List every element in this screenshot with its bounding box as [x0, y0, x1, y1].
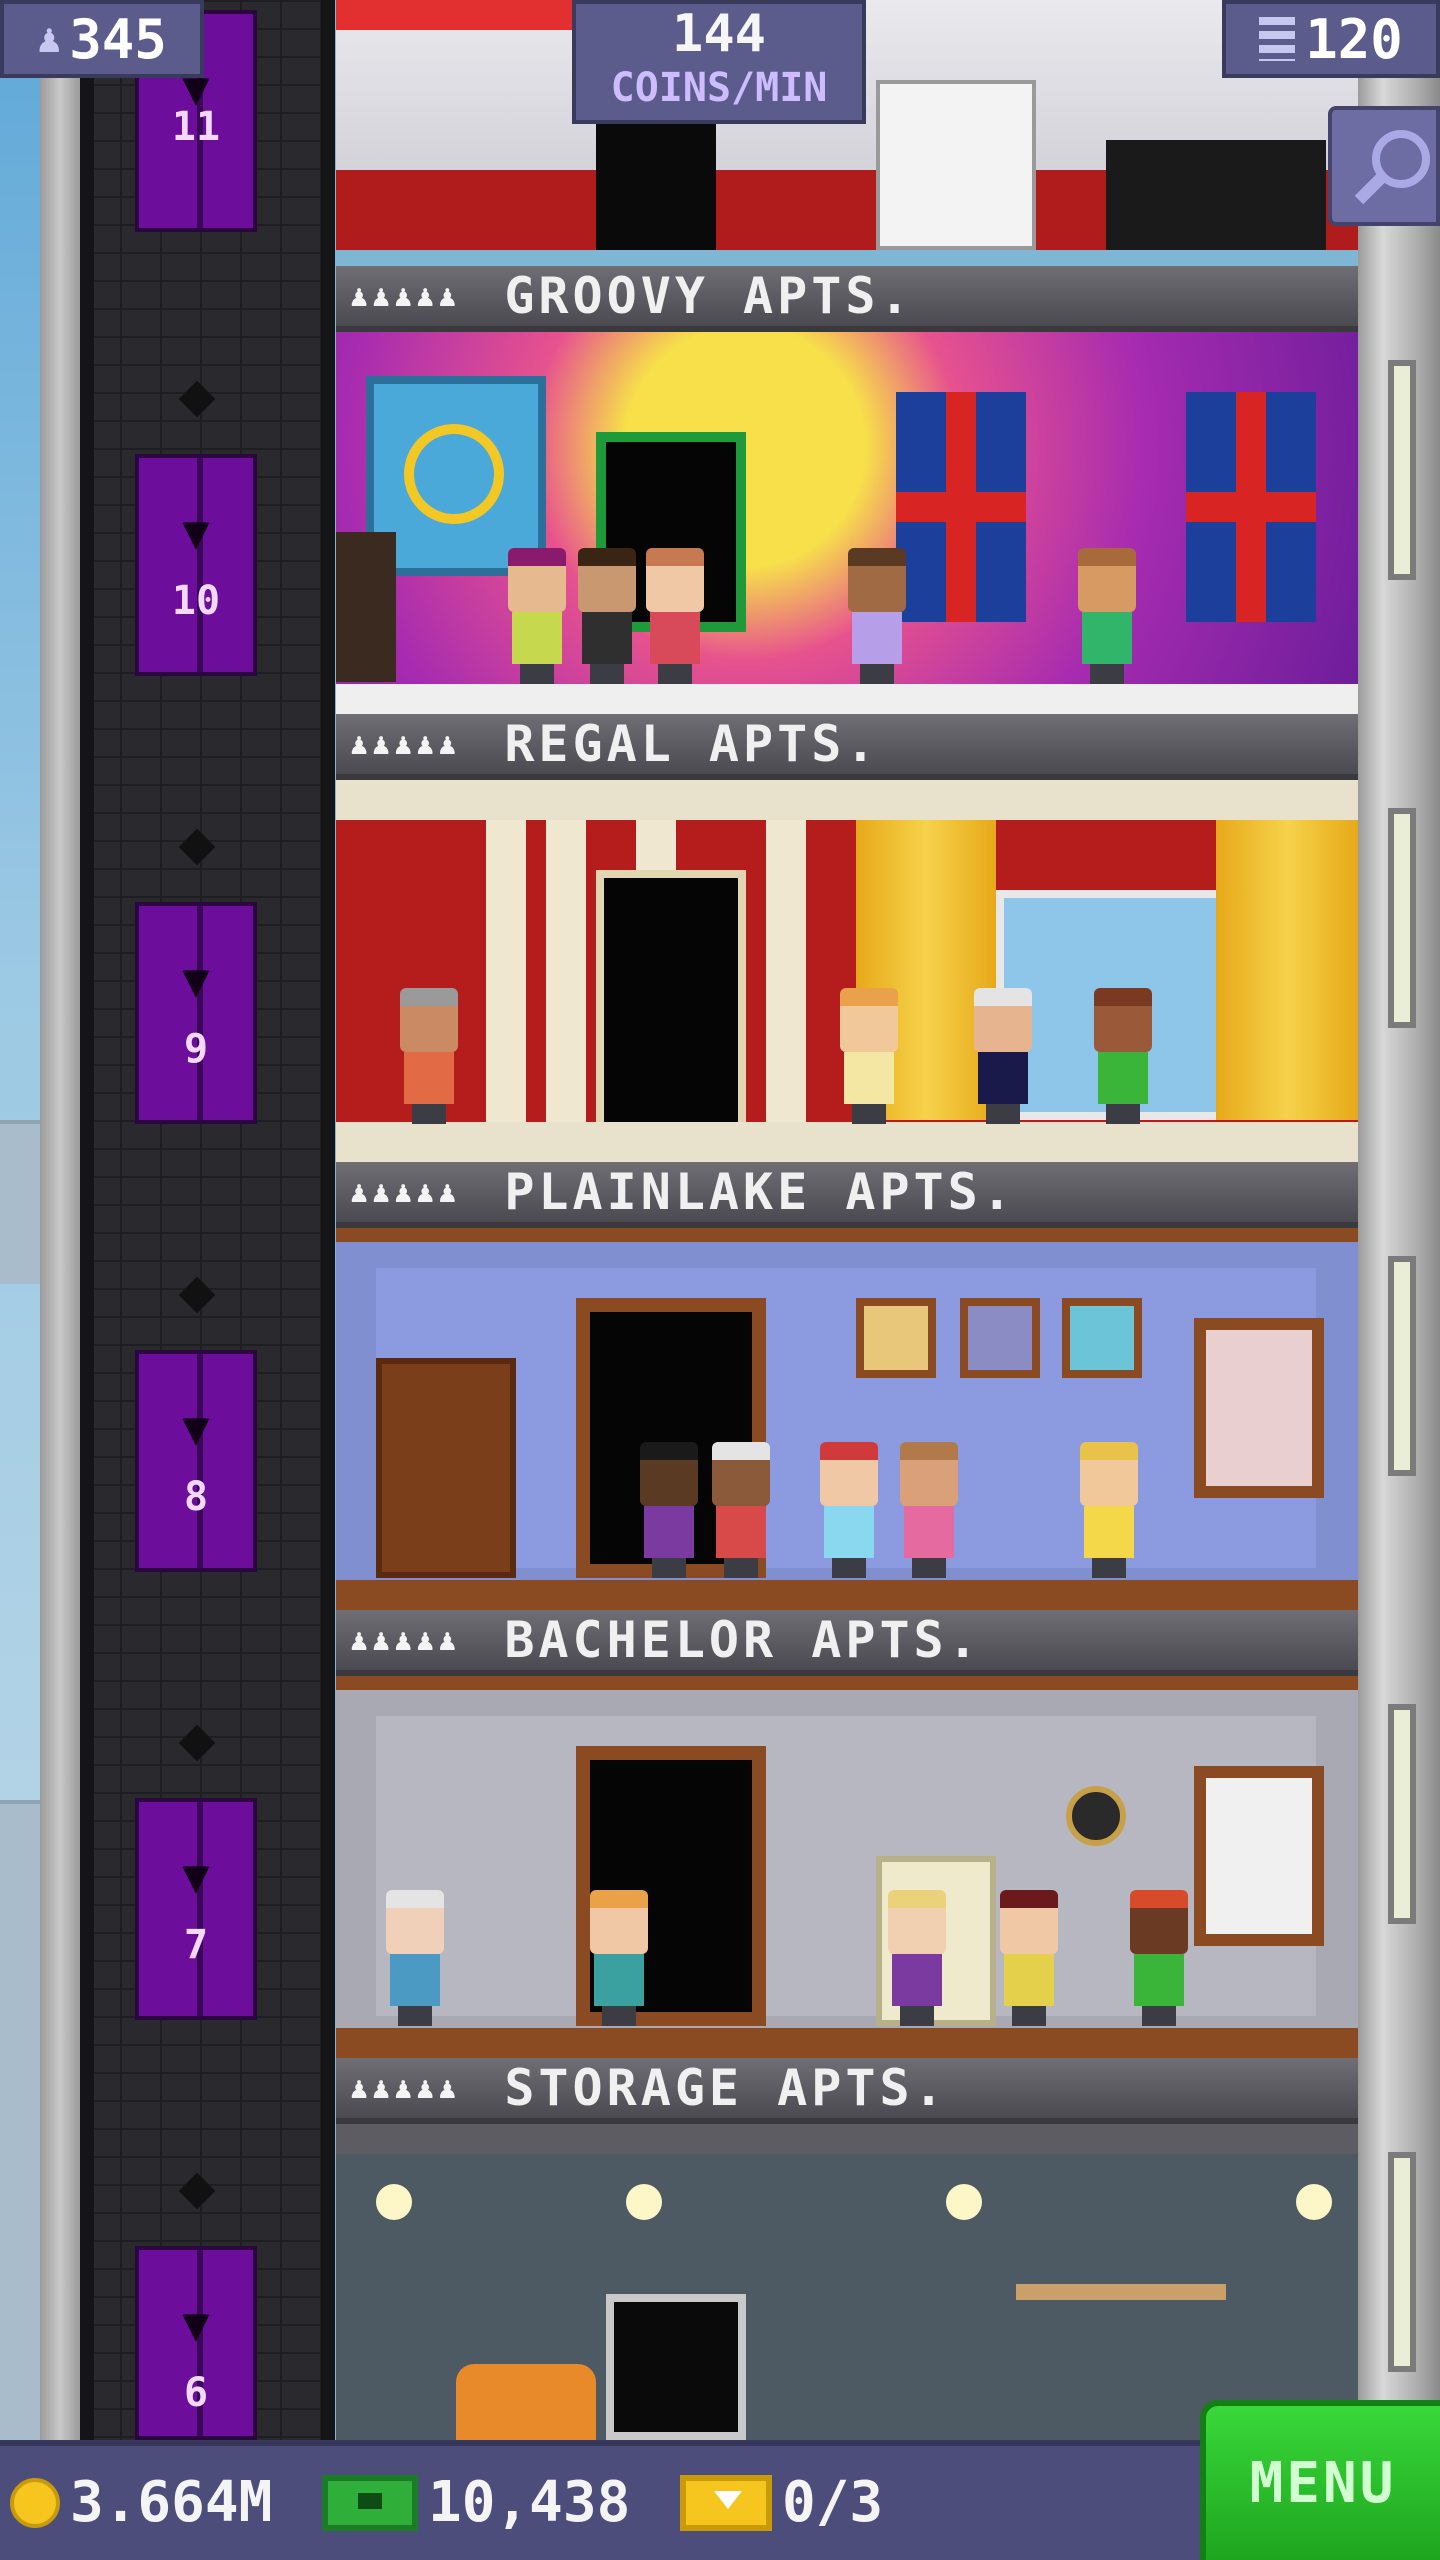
tenant-sprite[interactable]	[396, 988, 462, 1124]
floor-stars: ♟♟♟♟♟	[350, 1174, 461, 1210]
elevator-floor-number: 7	[183, 1922, 209, 1968]
tower-bux-icon	[322, 2474, 418, 2531]
bookshelf	[376, 1358, 516, 1578]
floor-counter[interactable]: 120	[1222, 0, 1440, 78]
population-counter[interactable]: ♟ 345	[0, 0, 204, 78]
floor-9[interactable]: ♟♟♟♟♟ REGAL APTS.	[336, 714, 1358, 1162]
tower-window	[1388, 808, 1416, 1028]
tenant-sprite[interactable]	[970, 988, 1036, 1124]
elevator-car-9[interactable]: ▼ 9	[135, 902, 257, 1124]
floor-name: PLAINLAKE APTS.	[504, 1163, 1016, 1221]
floor-name: BACHELOR APTS.	[504, 1611, 982, 1669]
elevator-floor-number: 11	[171, 104, 221, 150]
tickets-display[interactable]: 0/3	[680, 2470, 883, 2535]
tower-window	[1388, 1704, 1416, 1924]
bat-icon: ▼	[182, 953, 210, 1007]
tenant-sprite[interactable]	[816, 1442, 882, 1578]
coins-per-min-value: 144	[672, 4, 766, 64]
coins-value: 3.664M	[70, 2470, 273, 2535]
elevator-car-8[interactable]: ▼ 8	[135, 1350, 257, 1572]
elevator-car-7[interactable]: ▼ 7	[135, 1798, 257, 2020]
floor-6[interactable]: ♟♟♟♟♟ STORAGE APTS.	[336, 2058, 1358, 2440]
tower-window	[1388, 360, 1416, 580]
tower-window	[1388, 1256, 1416, 1476]
tenant-sprite[interactable]	[382, 1890, 448, 2026]
tickets-value: 0/3	[782, 2470, 884, 2535]
tenant-sprite[interactable]	[896, 1442, 962, 1578]
bat-icon: ▼	[182, 505, 210, 559]
elevator-floor-number: 8	[183, 1474, 209, 1520]
elevator-car-10[interactable]: ▼ 10	[135, 454, 257, 676]
floor-name: GROOVY APTS.	[504, 267, 914, 325]
floor-header: ♟♟♟♟♟ STORAGE APTS.	[336, 2058, 1358, 2124]
elevator-shaft	[80, 0, 335, 2440]
floor-stars: ♟♟♟♟♟	[350, 2070, 461, 2106]
tenant-sprite[interactable]	[708, 1442, 774, 1578]
background-building	[0, 1800, 40, 2444]
tenant-sprite[interactable]	[996, 1890, 1062, 2026]
coins-per-min-panel[interactable]: 144 COINS/MIN	[572, 0, 866, 124]
floor-stars: ♟♟♟♟♟	[350, 1622, 461, 1658]
coin-icon	[10, 2477, 60, 2528]
tenant-sprite[interactable]	[504, 548, 570, 684]
floor-room	[336, 1228, 1358, 1610]
tenant-sprite[interactable]	[642, 548, 708, 684]
tower-window	[1388, 2152, 1416, 2372]
floor-room	[336, 780, 1358, 1162]
floor-8[interactable]: ♟♟♟♟♟ PLAINLAKE APTS.	[336, 1162, 1358, 1610]
floor-stars: ♟♟♟♟♟	[350, 726, 461, 762]
union-jack-flag	[896, 392, 1026, 622]
union-jack-flag	[1186, 392, 1316, 622]
golden-ticket-icon	[680, 2474, 772, 2531]
coins-display[interactable]: 3.664M	[10, 2470, 272, 2535]
bux-value: 10,438	[428, 2470, 631, 2535]
tenant-sprite[interactable]	[574, 548, 640, 684]
tenant-sprite[interactable]	[586, 1890, 652, 2026]
floor-header: ♟♟♟♟♟ PLAINLAKE APTS.	[336, 1162, 1358, 1228]
elevator-floor-number: 9	[183, 1026, 209, 1072]
building-icon	[1259, 17, 1296, 61]
tenant-sprite[interactable]	[636, 1442, 702, 1578]
elevator-floor-number: 6	[183, 2370, 209, 2416]
floor-header: ♟♟♟♟♟ BACHELOR APTS.	[336, 1610, 1358, 1676]
bux-display[interactable]: 10,438	[322, 2470, 630, 2535]
tenant-sprite[interactable]	[1126, 1890, 1192, 2026]
search-button[interactable]	[1328, 106, 1440, 226]
population-value: 345	[69, 7, 167, 71]
floor-name: STORAGE APTS.	[504, 2059, 948, 2117]
elevator-floor-number: 10	[171, 578, 221, 624]
tower-left-wall	[40, 0, 80, 2440]
floor-count-value: 120	[1305, 7, 1403, 71]
floor-stars: ♟♟♟♟♟	[350, 278, 461, 314]
tenant-sprite[interactable]	[836, 988, 902, 1124]
background-building	[0, 1120, 40, 1284]
menu-button[interactable]: MENU	[1200, 2400, 1440, 2560]
floor-10[interactable]: ♟♟♟♟♟ GROOVY APTS.	[336, 266, 1358, 714]
floor-7[interactable]: ♟♟♟♟♟ BACHELOR APTS.	[336, 1610, 1358, 2058]
floor-room	[336, 332, 1358, 714]
floor-room	[336, 1676, 1358, 2058]
tenant-sprite[interactable]	[844, 548, 910, 684]
bat-icon: ▼	[182, 2297, 210, 2351]
tenant-sprite[interactable]	[1074, 548, 1140, 684]
tenant-sprite[interactable]	[1076, 1442, 1142, 1578]
coins-per-min-label: COINS/MIN	[610, 65, 828, 111]
floor-room	[336, 2124, 1358, 2440]
bat-icon: ▼	[182, 1849, 210, 1903]
dartboard	[1066, 1786, 1126, 1846]
tenant-sprite[interactable]	[884, 1890, 950, 2026]
floor-name: REGAL APTS.	[504, 715, 880, 773]
tenant-sprite[interactable]	[1090, 988, 1156, 1124]
floor-header: ♟♟♟♟♟ GROOVY APTS.	[336, 266, 1358, 332]
person-icon: ♟	[37, 16, 62, 62]
floor-header: ♟♟♟♟♟ REGAL APTS.	[336, 714, 1358, 780]
bat-icon: ▼	[182, 1401, 210, 1455]
elevator-car-6[interactable]: ▼ 6	[135, 2246, 257, 2440]
